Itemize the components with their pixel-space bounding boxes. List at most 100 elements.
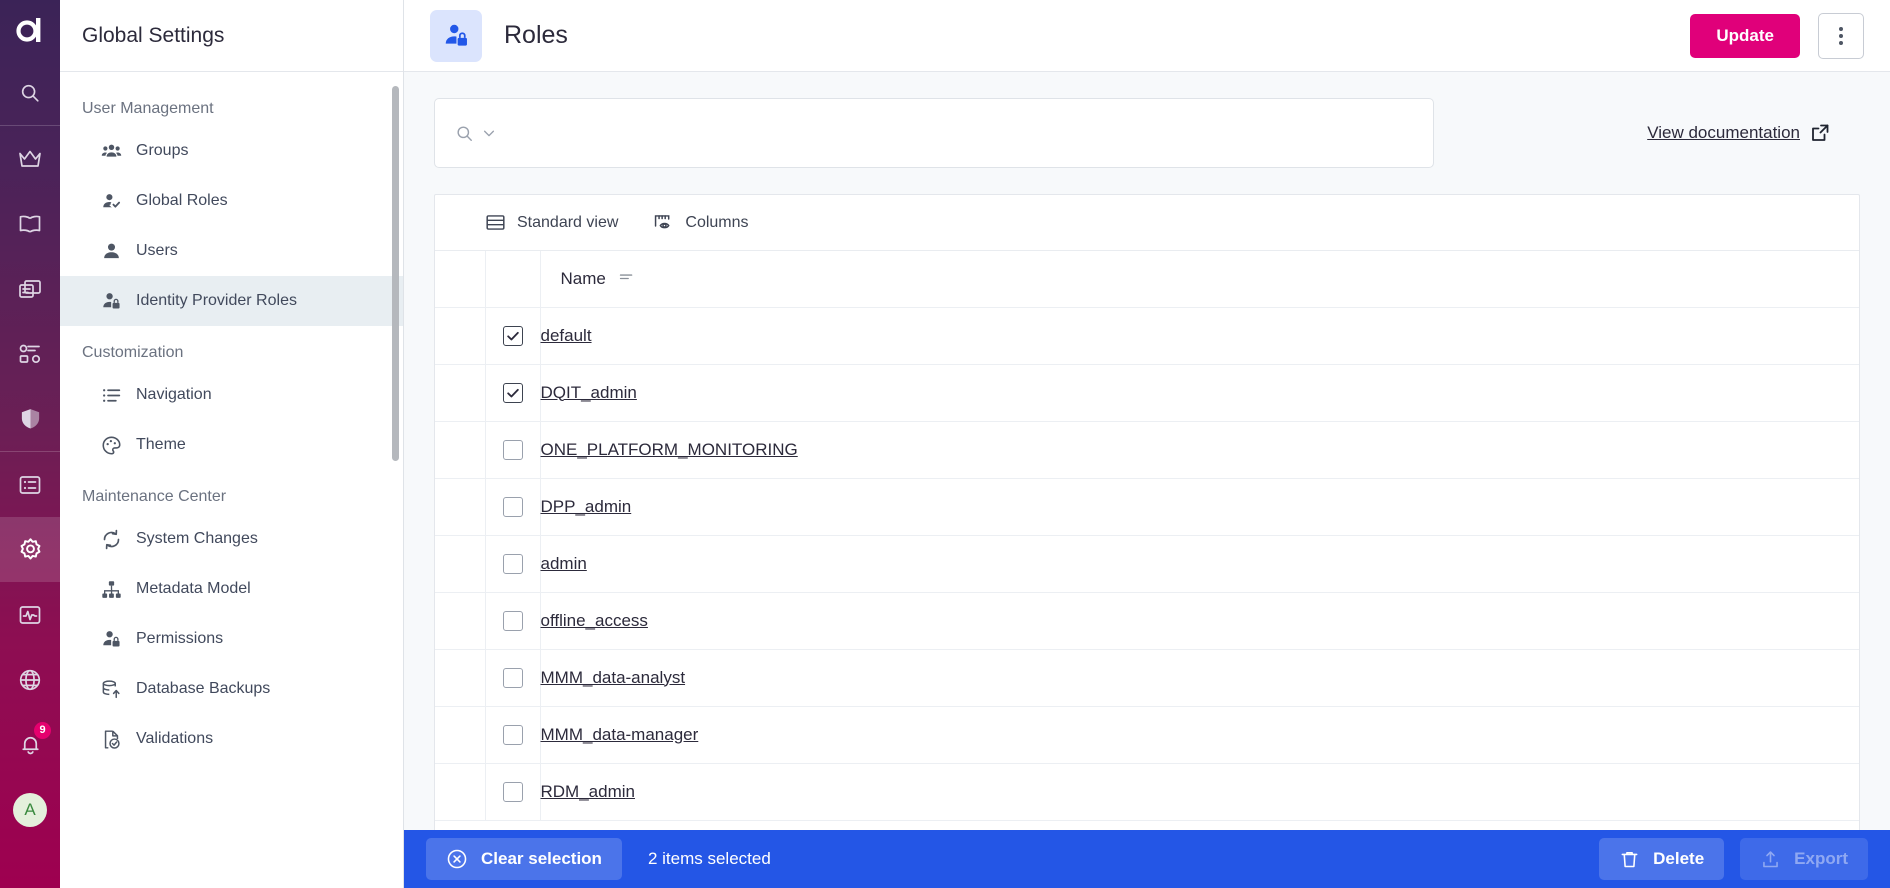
role-name-cell[interactable]: RDM_admin: [540, 763, 1859, 821]
table-row[interactable]: DPP_admin: [435, 478, 1859, 536]
search-icon[interactable]: [0, 60, 60, 125]
sidebar-item-system-changes[interactable]: System Changes: [60, 514, 403, 564]
row-checkbox-cell[interactable]: [485, 535, 541, 593]
sidebar-item-validations[interactable]: Validations: [60, 714, 403, 764]
role-name-cell[interactable]: DPP_admin: [540, 478, 1859, 536]
monitoring-icon[interactable]: [0, 582, 60, 647]
sidebar-item-permissions[interactable]: Permissions: [60, 614, 403, 664]
gear-icon[interactable]: [0, 517, 60, 582]
columns-button[interactable]: Columns: [652, 212, 749, 233]
sidebar-item-navigation[interactable]: Navigation: [60, 370, 403, 420]
table-row[interactable]: DQIT_admin: [435, 364, 1859, 422]
row-checkbox-cell[interactable]: [485, 706, 541, 764]
table-row[interactable]: offline_access: [435, 592, 1859, 650]
sidebar-scrollbar[interactable]: [392, 86, 399, 461]
app-logo[interactable]: [0, 0, 60, 60]
role-name-cell[interactable]: admin: [540, 535, 1859, 593]
table-row[interactable]: MMM_data-manager: [435, 706, 1859, 764]
main-area: Roles Update View documentation Standard…: [404, 0, 1890, 888]
kebab-dot: [1839, 33, 1843, 38]
row-checkbox[interactable]: [502, 724, 523, 745]
row-grip-cell[interactable]: [435, 535, 486, 593]
standard-view-button[interactable]: Standard view: [485, 212, 618, 233]
row-checkbox[interactable]: [502, 439, 523, 460]
close-circle-icon: [447, 849, 467, 869]
table-row[interactable]: ONE_PLATFORM_MONITORING: [435, 421, 1859, 479]
select-all-header[interactable]: [485, 251, 541, 308]
role-name-link[interactable]: DPP_admin: [541, 497, 632, 516]
sidebar-item-users[interactable]: Users: [60, 226, 403, 276]
sidebar-item-theme[interactable]: Theme: [60, 420, 403, 470]
role-name-cell[interactable]: DQIT_admin: [540, 364, 1859, 422]
row-grip-cell[interactable]: [435, 478, 486, 536]
row-checkbox-cell[interactable]: [485, 592, 541, 650]
row-grip-cell[interactable]: [435, 364, 486, 422]
page-content: View documentation Standard view Columns…: [404, 72, 1890, 888]
check-icon: [506, 331, 519, 340]
row-checkbox[interactable]: [502, 667, 523, 688]
sidebar-scroll-area[interactable]: User Management Groups Global Roles Users Id…: [60, 72, 403, 888]
shield-icon[interactable]: [0, 386, 60, 451]
table-row[interactable]: admin: [435, 535, 1859, 593]
table-row[interactable]: default: [435, 307, 1859, 365]
role-name-link[interactable]: DQIT_admin: [541, 383, 637, 402]
kebab-menu-button[interactable]: [1818, 12, 1864, 59]
row-checkbox[interactable]: [502, 610, 523, 631]
chevron-down-icon[interactable]: [482, 126, 496, 140]
table-row[interactable]: RDM_admin: [435, 763, 1859, 821]
role-name-cell[interactable]: ONE_PLATFORM_MONITORING: [540, 421, 1859, 479]
kebab-dot: [1839, 26, 1843, 31]
row-grip-cell[interactable]: [435, 649, 486, 707]
role-name-cell[interactable]: default: [540, 307, 1859, 365]
role-name-link[interactable]: RDM_admin: [541, 782, 635, 801]
row-grip-cell[interactable]: [435, 706, 486, 764]
role-name-link[interactable]: default: [541, 326, 592, 345]
catalog-icon[interactable]: [0, 256, 60, 321]
row-checkbox-cell[interactable]: [485, 763, 541, 821]
row-checkbox[interactable]: [502, 382, 523, 403]
row-checkbox[interactable]: [502, 496, 523, 517]
row-checkbox-cell[interactable]: [485, 649, 541, 707]
clear-selection-button[interactable]: Clear selection: [426, 838, 622, 880]
role-name-cell[interactable]: offline_access: [540, 592, 1859, 650]
role-name-link[interactable]: offline_access: [541, 611, 648, 630]
name-column-header[interactable]: Name: [540, 251, 1859, 308]
crown-icon[interactable]: [0, 126, 60, 191]
role-name-link[interactable]: admin: [541, 554, 587, 573]
list-icon[interactable]: [0, 452, 60, 517]
role-name-cell[interactable]: MMM_data-analyst: [540, 649, 1859, 707]
sidebar-item-metadata-model[interactable]: Metadata Model: [60, 564, 403, 614]
row-checkbox[interactable]: [502, 325, 523, 346]
sidebar-item-groups[interactable]: Groups: [60, 126, 403, 176]
row-grip-cell[interactable]: [435, 307, 486, 365]
role-name-link[interactable]: MMM_data-manager: [541, 725, 699, 744]
view-documentation-link[interactable]: View documentation: [1647, 123, 1830, 143]
sidebar-item-global-roles[interactable]: Global Roles: [60, 176, 403, 226]
globe-icon[interactable]: [0, 647, 60, 712]
role-name-link[interactable]: ONE_PLATFORM_MONITORING: [541, 440, 798, 459]
hierarchy-icon: [100, 578, 122, 600]
update-button[interactable]: Update: [1690, 13, 1800, 58]
book-icon[interactable]: [0, 191, 60, 256]
table-row[interactable]: MMM_data-analyst: [435, 649, 1859, 707]
row-checkbox[interactable]: [502, 553, 523, 574]
row-checkbox-cell[interactable]: [485, 364, 541, 422]
role-name-cell[interactable]: MMM_data-manager: [540, 706, 1859, 764]
sort-icon[interactable]: [618, 270, 635, 287]
quality-icon[interactable]: [0, 321, 60, 386]
row-grip-cell[interactable]: [435, 763, 486, 821]
row-checkbox-cell[interactable]: [485, 421, 541, 479]
row-grip-cell[interactable]: [435, 592, 486, 650]
sidebar-item-database-backups[interactable]: Database Backups: [60, 664, 403, 714]
table-view-icon: [486, 215, 505, 230]
search-input[interactable]: [434, 98, 1434, 168]
delete-button[interactable]: Delete: [1599, 838, 1725, 880]
row-checkbox-cell[interactable]: [485, 478, 541, 536]
avatar[interactable]: A: [0, 777, 60, 842]
role-name-link[interactable]: MMM_data-analyst: [541, 668, 686, 687]
sidebar-item-identity-provider-roles[interactable]: Identity Provider Roles: [60, 276, 403, 326]
row-grip-cell[interactable]: [435, 421, 486, 479]
row-checkbox-cell[interactable]: [485, 307, 541, 365]
row-checkbox[interactable]: [502, 781, 523, 802]
bell-icon[interactable]: 9: [0, 712, 60, 777]
